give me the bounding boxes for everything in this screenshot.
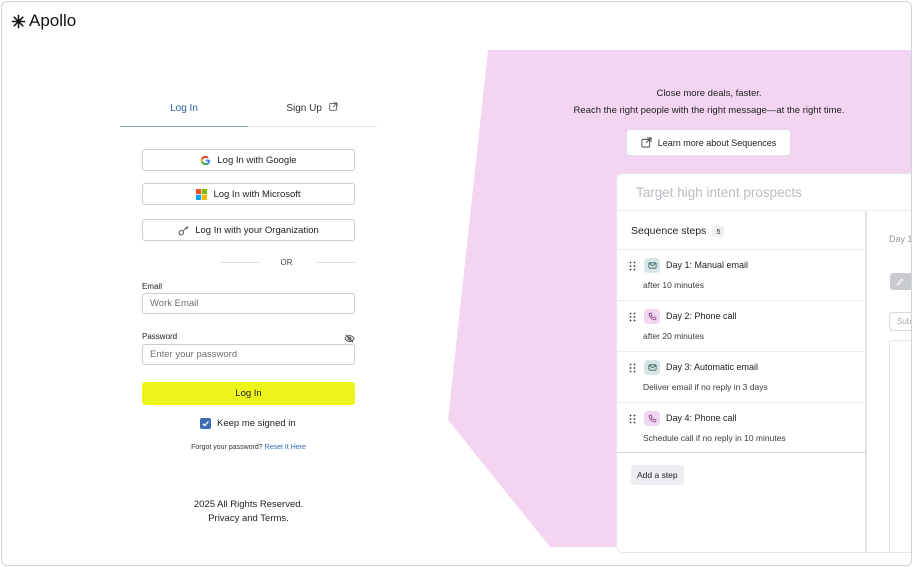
password-label: Password (142, 332, 178, 341)
keep-signed-in-label: Keep me signed in (217, 418, 296, 429)
promo-subline: Reach the right people with the right me… (573, 105, 845, 116)
brand-name: Apollo (29, 11, 77, 30)
step-title: Day 3: Automatic email (666, 362, 759, 372)
password-field[interactable]: Enter your password (142, 344, 355, 365)
divider-line-left (220, 261, 259, 263)
copyright-text: 2025 All Rights Reserved. (193, 499, 304, 510)
google-login-label: Log In with Google (217, 154, 297, 166)
drag-handle-icon[interactable] (629, 363, 636, 373)
apollo-logo[interactable]: Apollo (11, 11, 76, 31)
login-button[interactable]: Log In (142, 382, 355, 405)
tab-signup[interactable]: Sign Up (248, 97, 376, 126)
subject-input[interactable]: Sub (889, 312, 911, 331)
pencil-icon (896, 278, 904, 285)
or-text: OR (280, 257, 293, 267)
step-detail-day: Day 1 (889, 234, 912, 244)
promo-text: Close more deals, faster. Reach the righ… (542, 85, 876, 119)
email-icon (644, 258, 660, 273)
sequence-step[interactable]: Day 4: Phone call Schedule call if no re… (617, 402, 867, 453)
sequence-preview-card: Target high intent prospects Sequence st… (616, 173, 912, 553)
tab-login-label: Log In (170, 103, 198, 114)
external-link-icon (328, 102, 338, 114)
drag-handle-icon[interactable] (629, 261, 636, 271)
sequence-steps-panel: Sequence steps 5 Day 1: Manual email aft… (617, 211, 867, 552)
learn-more-label: Learn more about Sequences (657, 137, 777, 148)
step-subtitle: after 20 minutes (643, 331, 704, 341)
add-step-button[interactable]: Add a step (631, 465, 684, 485)
promo-headline: Close more deals, faster. (656, 88, 762, 99)
phone-icon (644, 309, 660, 324)
step-subtitle: Deliver email if no reply in 3 days (643, 382, 768, 392)
forgot-password-text: Forgot your password? (191, 444, 263, 451)
organization-login-button[interactable]: Log In with your Organization (142, 219, 355, 241)
keep-signed-in-checkbox[interactable] (200, 418, 211, 429)
drag-handle-icon[interactable] (629, 414, 636, 424)
sequence-step[interactable]: Day 1: Manual email after 10 minutes (617, 249, 867, 300)
step-title: Day 1: Manual email (666, 260, 749, 270)
forgot-password: Forgot your password? Reset It Here (142, 444, 355, 451)
divider-line-right (316, 261, 355, 263)
sequence-title: Target high intent prospects (636, 185, 802, 200)
auth-tabs: Log In Sign Up (120, 97, 377, 127)
tab-signup-label: Sign Up (286, 103, 322, 114)
google-icon (201, 155, 211, 165)
external-link-icon (641, 137, 652, 148)
email-label: Email (142, 282, 163, 291)
sequence-step[interactable]: Day 2: Phone call after 20 minutes (617, 300, 867, 351)
tab-login[interactable]: Log In (120, 97, 248, 127)
step-title: Day 4: Phone call (666, 413, 737, 423)
reset-password-link[interactable]: Reset It Here (265, 444, 306, 451)
key-icon (178, 225, 189, 235)
email-field[interactable]: Work Email (142, 293, 355, 314)
eye-off-icon[interactable] (344, 333, 355, 344)
organization-login-label: Log In with your Organization (195, 224, 319, 236)
keep-signed-in[interactable]: Keep me signed in (200, 418, 296, 429)
sequence-steps-label: Sequence steps (631, 225, 707, 237)
footer: 2025 All Rights Reserved. Privacy and Te… (142, 498, 355, 526)
edit-button[interactable] (890, 273, 911, 290)
or-divider: OR (142, 256, 355, 268)
sequence-steps-header: Sequence steps 5 (631, 225, 725, 237)
apollo-asterisk-icon (11, 14, 26, 28)
privacy-terms-link[interactable]: Privacy and Terms. (142, 512, 355, 526)
email-body-editor[interactable] (889, 340, 911, 552)
microsoft-login-label: Log In with Microsoft (213, 188, 301, 200)
app-frame: Apollo Log In Sign Up Log In with Google (1, 1, 912, 566)
microsoft-icon (196, 188, 208, 200)
steps-bottom-divider (617, 452, 867, 453)
checkmark-icon (202, 421, 209, 427)
email-icon (644, 360, 660, 375)
step-subtitle: after 10 minutes (643, 280, 704, 290)
google-login-button[interactable]: Log In with Google (142, 149, 355, 171)
phone-icon (644, 411, 660, 426)
step-subtitle: Schedule call if no reply in 10 minutes (643, 433, 786, 443)
learn-more-sequences-button[interactable]: Learn more about Sequences (626, 129, 791, 156)
microsoft-login-button[interactable]: Log In with Microsoft (142, 183, 355, 205)
steps-count-badge: 5 (712, 225, 725, 237)
step-title: Day 2: Phone call (666, 311, 737, 321)
sequence-step[interactable]: Day 3: Automatic email Deliver email if … (617, 351, 867, 402)
drag-handle-icon[interactable] (629, 312, 636, 322)
